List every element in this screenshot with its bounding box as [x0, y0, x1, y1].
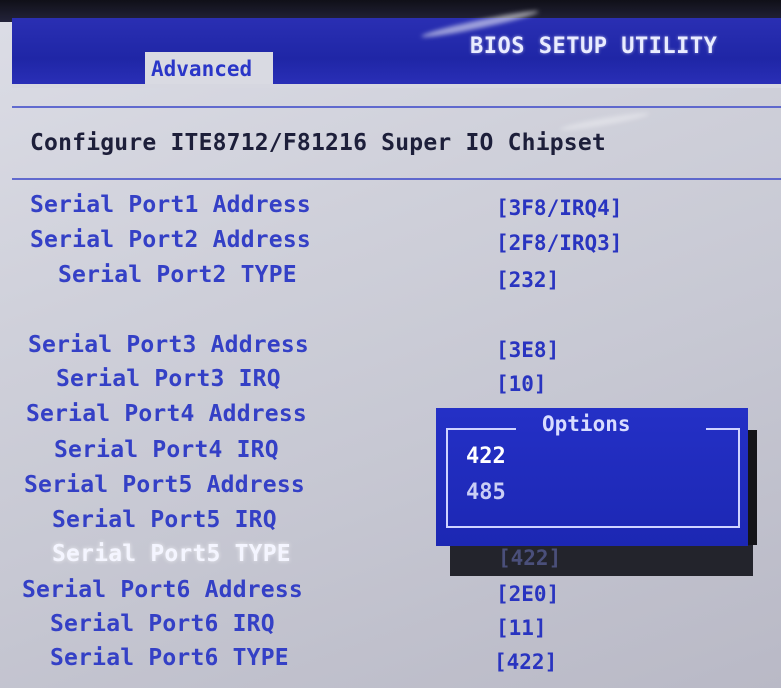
setting-value-serial-port5-type[interactable]: [422]	[498, 546, 561, 570]
setting-value-serial-port6-irq[interactable]: [11]	[496, 616, 547, 640]
setting-label-serial-port2-type[interactable]: Serial Port2 TYPE	[58, 262, 297, 288]
setting-value-serial-port3-address[interactable]: [3E8]	[496, 338, 559, 362]
option-422[interactable]: 422	[466, 444, 506, 469]
options-popup-title: Options	[542, 412, 631, 436]
setting-value-serial-port2-address[interactable]: [2F8/IRQ3]	[496, 231, 622, 255]
setting-label-serial-port3-irq[interactable]: Serial Port3 IRQ	[56, 366, 281, 392]
setting-value-serial-port6-type[interactable]: [422]	[494, 650, 557, 674]
setting-label-serial-port5-address[interactable]: Serial Port5 Address	[24, 472, 305, 498]
tab-advanced[interactable]: Advanced	[145, 52, 273, 86]
header-divider-top	[12, 106, 781, 108]
setting-label-serial-port5-irq[interactable]: Serial Port5 IRQ	[52, 507, 277, 533]
setting-label-serial-port6-address[interactable]: Serial Port6 Address	[22, 577, 303, 603]
app-title: BIOS SETUP UTILITY	[470, 34, 718, 59]
header-divider-bottom	[12, 178, 781, 180]
setting-value-serial-port1-address[interactable]: [3F8/IRQ4]	[496, 196, 622, 220]
tab-underline	[12, 84, 781, 88]
setting-label-serial-port6-type[interactable]: Serial Port6 TYPE	[50, 645, 289, 671]
setting-label-serial-port6-irq[interactable]: Serial Port6 IRQ	[50, 611, 275, 637]
bios-screen: BIOS SETUP UTILITY Advanced Configure IT…	[0, 0, 781, 688]
setting-value-serial-port6-address[interactable]: [2E0]	[496, 582, 559, 606]
setting-label-serial-port5-type[interactable]: Serial Port5 TYPE	[52, 541, 291, 567]
setting-value-serial-port3-irq[interactable]: [10]	[496, 372, 547, 396]
options-popup-frame-top-left	[446, 428, 516, 430]
setting-value-serial-port2-type[interactable]: [232]	[496, 268, 559, 292]
options-popup-frame	[446, 428, 740, 528]
section-heading: Configure ITE8712/F81216 Super IO Chipse…	[30, 130, 606, 156]
setting-label-serial-port4-address[interactable]: Serial Port4 Address	[26, 401, 307, 427]
options-popup-frame-top-right	[706, 428, 740, 430]
setting-label-serial-port1-address[interactable]: Serial Port1 Address	[30, 192, 311, 218]
setting-label-serial-port2-address[interactable]: Serial Port2 Address	[30, 227, 311, 253]
setting-label-serial-port3-address[interactable]: Serial Port3 Address	[28, 332, 309, 358]
setting-label-serial-port4-irq[interactable]: Serial Port4 IRQ	[54, 437, 279, 463]
option-485[interactable]: 485	[466, 480, 506, 505]
